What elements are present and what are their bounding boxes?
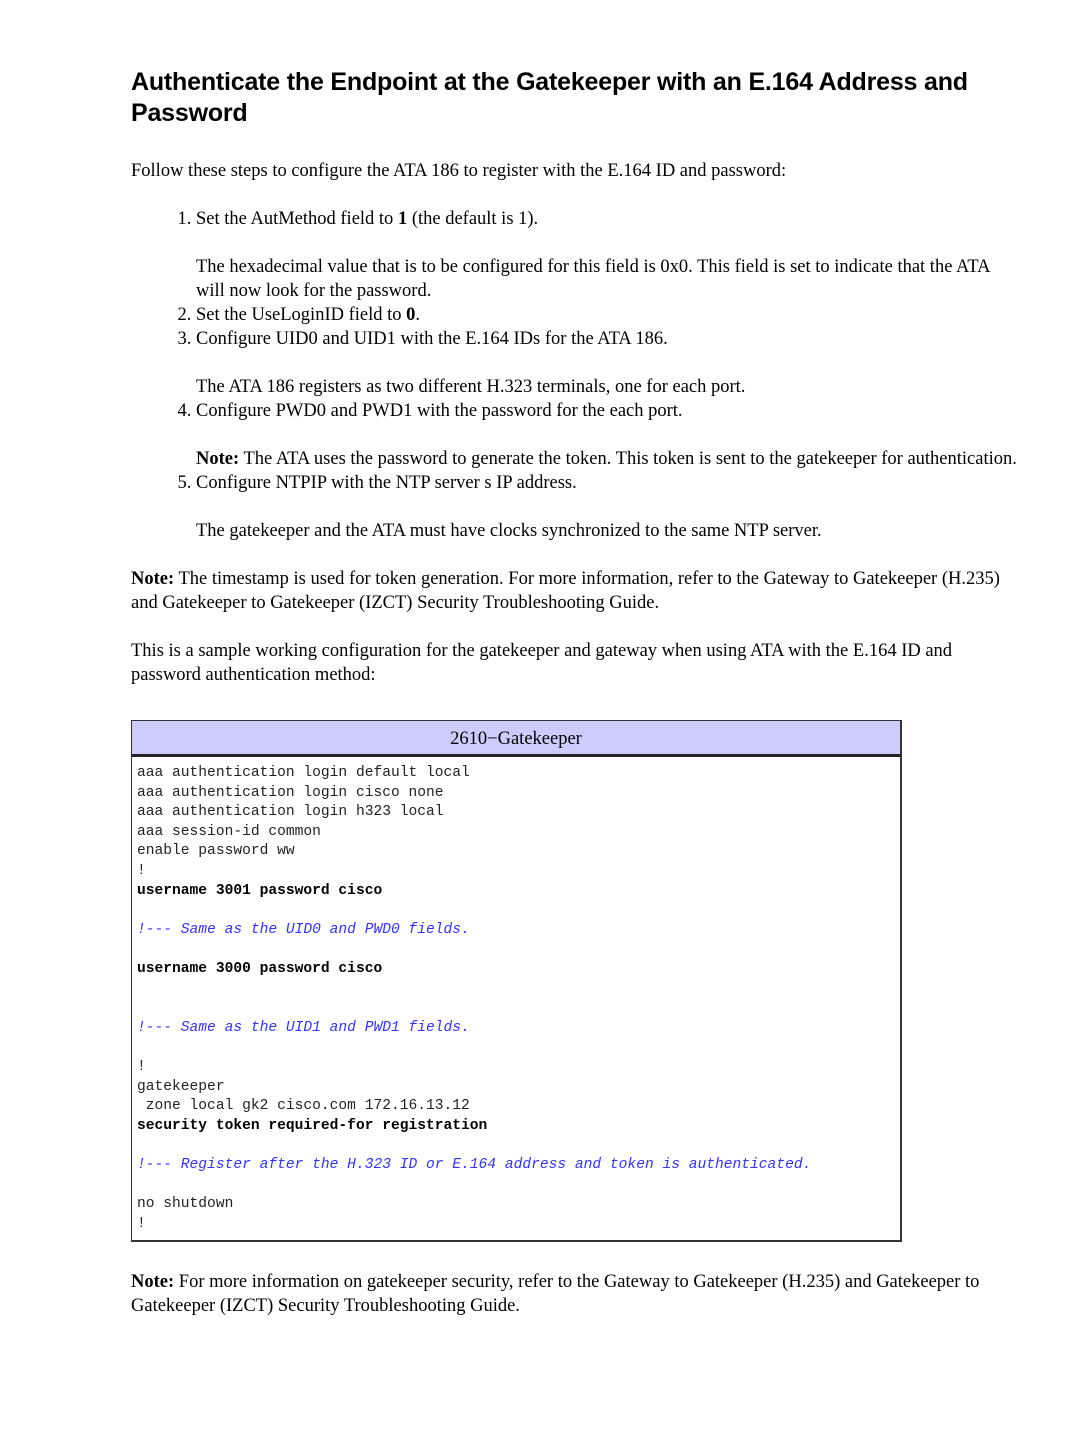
- config-comment-line: !--- Same as the UID0 and PWD0 fields.: [137, 921, 470, 938]
- step-text-pre: Set the AutMethod field to: [196, 209, 398, 229]
- step-item: Configure PWD0 and PWD1 with the passwor…: [196, 399, 1021, 471]
- sample-intro: This is a sample working configuration f…: [131, 641, 953, 685]
- step-text-pre: Configure NTPIP with the NTP server s IP…: [196, 473, 577, 493]
- config-line: gatekeeper: [137, 1078, 225, 1095]
- config-code-block: aaa authentication login default local aa…: [132, 757, 900, 1240]
- note-label: Note:: [131, 569, 175, 589]
- step-value: 1: [397, 209, 408, 229]
- config-line: aaa authentication login default local: [137, 765, 470, 781]
- config-blank-line: [137, 901, 895, 921]
- step-value: 0: [406, 305, 416, 325]
- config-line: !: [137, 1215, 146, 1232]
- step-detail: The gatekeeper and the ATA must have clo…: [196, 519, 1021, 543]
- step-detail-text: The gatekeeper and the ATA must have clo…: [196, 521, 822, 541]
- config-blank-line: [137, 1038, 895, 1058]
- config-line: aaa session-id common: [137, 823, 321, 840]
- step-text: Configure UID0 and UID1 with the E.164 I…: [196, 327, 1021, 351]
- step-text: Set the AutMethod field to 1 (the defaul…: [196, 207, 1021, 231]
- step-detail-text: The ATA 186 registers as two different H…: [196, 377, 746, 397]
- config-line: security token required-for registration: [137, 1117, 488, 1134]
- step-item: Configure UID0 and UID1 with the E.164 I…: [196, 327, 1021, 399]
- step-text: Set the UseLoginID field to 0.: [196, 303, 1021, 327]
- config-comment-line: !--- Same as the UID1 and PWD1 fields.: [137, 1019, 470, 1036]
- config-line: enable password ww: [137, 843, 295, 860]
- config-line: aaa authentication login h323 local: [137, 804, 444, 821]
- steps-list: Set the AutMethod field to 1 (the defaul…: [131, 207, 1021, 543]
- config-line: aaa authentication login cisco none: [137, 784, 444, 801]
- note-text: For more information on gatekeeper secur…: [131, 1272, 980, 1317]
- config-table-header: 2610−Gatekeeper: [132, 721, 900, 757]
- config-table: 2610−Gatekeeper aaa authentication login…: [131, 720, 902, 1243]
- step-detail-text: The hexadecimal value that is to be conf…: [196, 257, 990, 301]
- page-title: Authenticate the Endpoint at the Gatekee…: [131, 68, 968, 127]
- note-label: Note:: [196, 449, 240, 469]
- step-item: Configure NTPIP with the NTP server s IP…: [196, 471, 1021, 543]
- step-detail: Note: The ATA uses the password to gener…: [196, 447, 1021, 471]
- security-note: Note: For more information on gatekeeper…: [131, 1270, 1021, 1318]
- timestamp-note: Note: The timestamp is used for token ge…: [131, 567, 1021, 615]
- step-text-pre: Set the UseLoginID field to: [196, 305, 407, 325]
- step-text-pre: Configure PWD0 and PWD1 with the passwor…: [196, 401, 683, 421]
- document-page: Authenticate the Endpoint at the Gatekee…: [131, 62, 1021, 1318]
- note-text: The timestamp is used for token generati…: [131, 569, 1000, 613]
- config-blank-line: [137, 940, 895, 960]
- config-line: zone local gk2 cisco.com 172.16.13.12: [137, 1098, 470, 1115]
- config-line: username 3000 password cisco: [137, 960, 383, 977]
- config-blank-line: [137, 1136, 895, 1156]
- config-line: !: [137, 862, 146, 879]
- step-item: Set the UseLoginID field to 0.: [196, 303, 1021, 327]
- config-line: !: [137, 1058, 146, 1075]
- step-text-post: .: [415, 305, 421, 325]
- note-label: Note:: [131, 1272, 175, 1293]
- step-text: Configure NTPIP with the NTP server s IP…: [196, 471, 1021, 495]
- step-detail: The hexadecimal value that is to be conf…: [196, 255, 1021, 303]
- step-text: Configure PWD0 and PWD1 with the passwor…: [196, 399, 1021, 423]
- step-text-post: (the default is 1).: [407, 209, 539, 229]
- step-text-pre: Configure UID0 and UID1 with the E.164 I…: [196, 329, 668, 349]
- config-comment-line: !--- Register after the H.323 ID or E.16…: [137, 1156, 812, 1173]
- config-line: username 3001 password cisco: [137, 882, 383, 899]
- intro-paragraph: Follow these steps to configure the ATA …: [131, 161, 787, 181]
- config-line: no shutdown: [137, 1196, 234, 1213]
- step-detail-text: The ATA uses the password to generate th…: [239, 449, 1017, 469]
- step-detail: The ATA 186 registers as two different H…: [196, 375, 1021, 399]
- config-blank-line: [137, 980, 895, 1000]
- step-item: Set the AutMethod field to 1 (the defaul…: [196, 207, 1021, 303]
- config-blank-line: [137, 1175, 895, 1195]
- config-blank-line: [137, 999, 895, 1019]
